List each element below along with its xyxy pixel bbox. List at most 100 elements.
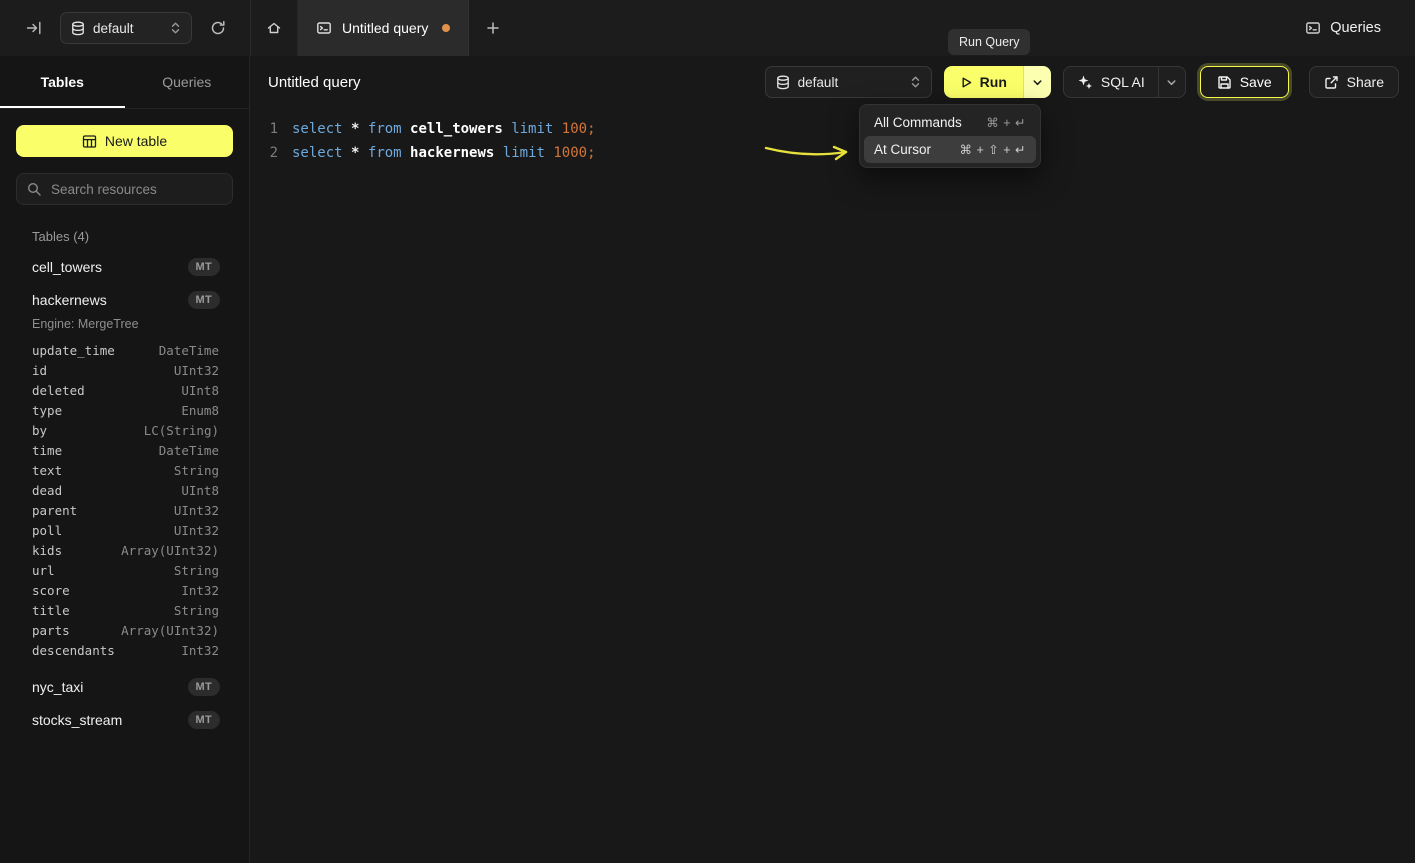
table-name: hackernews	[32, 292, 188, 308]
table-name: cell_towers	[32, 259, 188, 275]
queries-button[interactable]: Queries	[1299, 19, 1387, 37]
sql-ai-button[interactable]: SQL AI	[1064, 67, 1158, 97]
save-button-label: Save	[1240, 74, 1272, 90]
sidebar-tab-queries[interactable]: Queries	[125, 56, 250, 108]
line-number: 1	[250, 117, 278, 141]
code-line[interactable]: 2select * from hackernews limit 1000;	[250, 141, 1415, 165]
sidebar-content: New table Tables (4) cell_towers MT hack…	[0, 109, 249, 736]
column-name: descendants	[32, 643, 115, 658]
column-type: Array(UInt32)	[121, 543, 219, 558]
share-button[interactable]: Share	[1309, 66, 1399, 98]
refresh-icon	[210, 20, 226, 36]
column-name: dead	[32, 483, 62, 498]
run-split-button: Run	[944, 66, 1051, 98]
code-text: select * from cell_towers limit 100;	[292, 117, 596, 141]
database-icon	[71, 21, 85, 36]
tab-home[interactable]	[251, 0, 298, 56]
menu-item-all-commands[interactable]: All Commands ⌘ + ↵	[864, 109, 1036, 136]
column-name: text	[32, 463, 62, 478]
column-row: titleString	[16, 600, 233, 620]
column-type: UInt8	[181, 383, 219, 398]
code-line[interactable]: 1 select * from cell_towers limit 100;	[250, 117, 1415, 141]
database-selector[interactable]: default	[60, 12, 192, 44]
page-title: Untitled query	[268, 74, 361, 91]
column-type: UInt8	[181, 483, 219, 498]
engine-badge: MT	[188, 711, 220, 729]
column-row: textString	[16, 460, 233, 480]
run-button-label: Run	[980, 74, 1007, 90]
query-header: Untitled query default Run	[250, 56, 1415, 108]
query-icon	[316, 20, 332, 36]
engine-badge: MT	[188, 678, 220, 696]
sql-console-app: default Untitled query	[0, 0, 1415, 863]
column-name: id	[32, 363, 47, 378]
arrow-to-bar-icon	[26, 20, 42, 36]
column-name: by	[32, 423, 47, 438]
column-name: kids	[32, 543, 62, 558]
column-name: deleted	[32, 383, 85, 398]
sql-ai-split-button: SQL AI	[1063, 66, 1186, 98]
run-options-caret-button[interactable]	[1023, 66, 1051, 98]
column-type: LC(String)	[144, 423, 219, 438]
save-button[interactable]: Save	[1200, 66, 1289, 98]
column-row: urlString	[16, 560, 233, 580]
column-row: descendantsInt32	[16, 640, 233, 660]
new-table-label: New table	[105, 133, 167, 149]
editor-lines: 1 select * from cell_towers limit 100;2se…	[250, 117, 1415, 165]
column-name: title	[32, 603, 70, 618]
sidebar-tabs: Tables Queries	[0, 56, 249, 109]
code-text: select * from hackernews limit 1000;	[292, 141, 596, 165]
column-row: partsArray(UInt32)	[16, 620, 233, 640]
tab-label: Untitled query	[342, 20, 428, 36]
sql-ai-label: SQL AI	[1101, 74, 1145, 90]
new-table-button[interactable]: New table	[16, 125, 233, 157]
database-selector-value: default	[798, 75, 902, 90]
column-type: UInt32	[174, 503, 219, 518]
sparkle-icon	[1077, 74, 1093, 90]
table-row-stocks-stream[interactable]: stocks_stream MT	[16, 703, 233, 736]
database-selector[interactable]: default	[765, 66, 932, 98]
column-row: update_timeDateTime	[16, 340, 233, 360]
tab-untitled-query[interactable]: Untitled query	[298, 0, 469, 56]
sidebar-tab-tables[interactable]: Tables	[0, 56, 125, 108]
chevron-down-icon	[1166, 77, 1177, 88]
column-name: parts	[32, 623, 70, 638]
chevron-down-icon	[1032, 77, 1043, 88]
table-name: nyc_taxi	[32, 679, 188, 695]
column-type: DateTime	[159, 343, 219, 358]
share-button-label: Share	[1347, 74, 1384, 90]
run-button[interactable]: Run	[944, 66, 1023, 98]
topbar-left: default	[0, 0, 250, 56]
table-row-cell-towers[interactable]: cell_towers MT	[16, 250, 233, 283]
chevrons-up-down-icon	[910, 75, 921, 89]
new-tab-button[interactable]	[469, 0, 517, 56]
search-icon	[27, 182, 41, 196]
search-input[interactable]	[49, 181, 230, 198]
unsaved-indicator-dot	[442, 24, 450, 32]
column-row: kids Array(UInt32)	[16, 540, 233, 560]
column-type: UInt32	[174, 363, 219, 378]
topbar: default Untitled query	[0, 0, 1415, 56]
table-row-nyc-taxi[interactable]: nyc_taxi MT	[16, 670, 233, 703]
tables-section-title: Tables (4)	[16, 229, 233, 244]
column-row: typeEnum8	[16, 400, 233, 420]
home-icon	[266, 20, 282, 36]
collapse-sidebar-button[interactable]	[22, 16, 46, 40]
table-grid-icon	[82, 134, 97, 149]
engine-label: Engine: MergeTree	[16, 317, 233, 331]
engine-badge: MT	[188, 258, 220, 276]
column-type: DateTime	[159, 443, 219, 458]
queries-button-label: Queries	[1330, 20, 1381, 36]
refresh-button[interactable]	[206, 16, 230, 40]
sidebar: Tables Queries New table Tables (4) cell…	[0, 56, 250, 863]
menu-item-at-cursor[interactable]: At Cursor ⌘ + ⇧ + ↵	[864, 136, 1036, 163]
column-name: url	[32, 563, 55, 578]
sql-editor[interactable]: 1 select * from cell_towers limit 100;2se…	[250, 108, 1415, 165]
sql-ai-caret-button[interactable]	[1158, 67, 1185, 97]
column-name: time	[32, 443, 62, 458]
chevrons-up-down-icon	[170, 21, 181, 35]
column-row: scoreInt32	[16, 580, 233, 600]
column-type: Enum8	[181, 403, 219, 418]
play-icon	[960, 76, 973, 89]
table-row-hackernews[interactable]: hackernews MT	[16, 283, 233, 316]
